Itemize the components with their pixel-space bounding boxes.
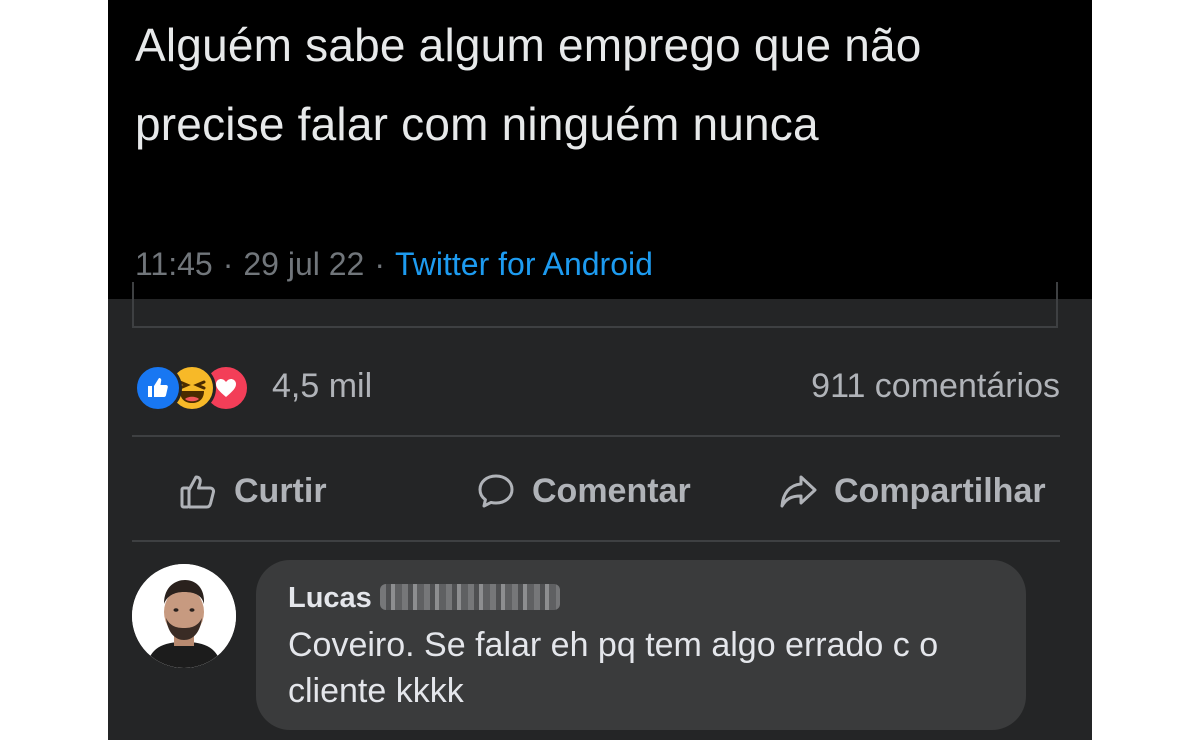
speech-bubble-icon [478, 474, 514, 508]
comment-text: Coveiro. Se falar eh pq tem algo errado … [288, 626, 939, 710]
comment: Lucas Coveiro. Se falar eh pq tem algo e… [132, 560, 1072, 740]
reactions-summary[interactable] [134, 364, 264, 412]
author-first-name: Lucas [288, 582, 372, 614]
divider [132, 540, 1060, 542]
comment-bubble: Lucas Coveiro. Se falar eh pq tem algo e… [256, 560, 1026, 730]
comment-button[interactable]: Comentar [476, 458, 691, 524]
embedded-tweet-screenshot: Alguém sabe algum emprego que não precis… [108, 0, 1092, 299]
share-arrow-icon [780, 475, 817, 508]
tweet-source-link[interactable]: Twitter for Android [395, 246, 653, 282]
comment-label: Comentar [532, 471, 691, 510]
comment-author[interactable]: Lucas [288, 582, 560, 615]
share-label: Compartilhar [834, 471, 1046, 510]
redacted-surname [379, 584, 560, 610]
facebook-post: Alguém sabe algum emprego que não precis… [108, 0, 1092, 740]
avatar[interactable] [132, 564, 236, 668]
post-actions-bar: Curtir Comentar Compartilhar [132, 458, 1078, 524]
tweet-date: 29 jul 22 [243, 246, 365, 282]
meta-separator: · [222, 246, 234, 282]
comment-count[interactable]: 911 comentários [811, 364, 1060, 408]
post-stats: 4,5 mil 911 comentários [132, 362, 1060, 412]
thumbs-up-icon [180, 475, 216, 509]
divider [132, 435, 1060, 437]
like-button[interactable]: Curtir [178, 458, 327, 524]
reaction-count[interactable]: 4,5 mil [272, 364, 372, 408]
share-button[interactable]: Compartilhar [778, 458, 1046, 524]
like-reaction-icon [134, 364, 182, 412]
image-frame-border [132, 282, 1058, 328]
tweet-text: Alguém sabe algum emprego que não precis… [135, 19, 922, 150]
meta-separator: · [374, 246, 385, 282]
like-label: Curtir [234, 471, 327, 510]
tweet-metadata: 11:45 · 29 jul 22 · Twitter for Android [135, 246, 653, 283]
tweet-time: 11:45 [135, 246, 213, 282]
